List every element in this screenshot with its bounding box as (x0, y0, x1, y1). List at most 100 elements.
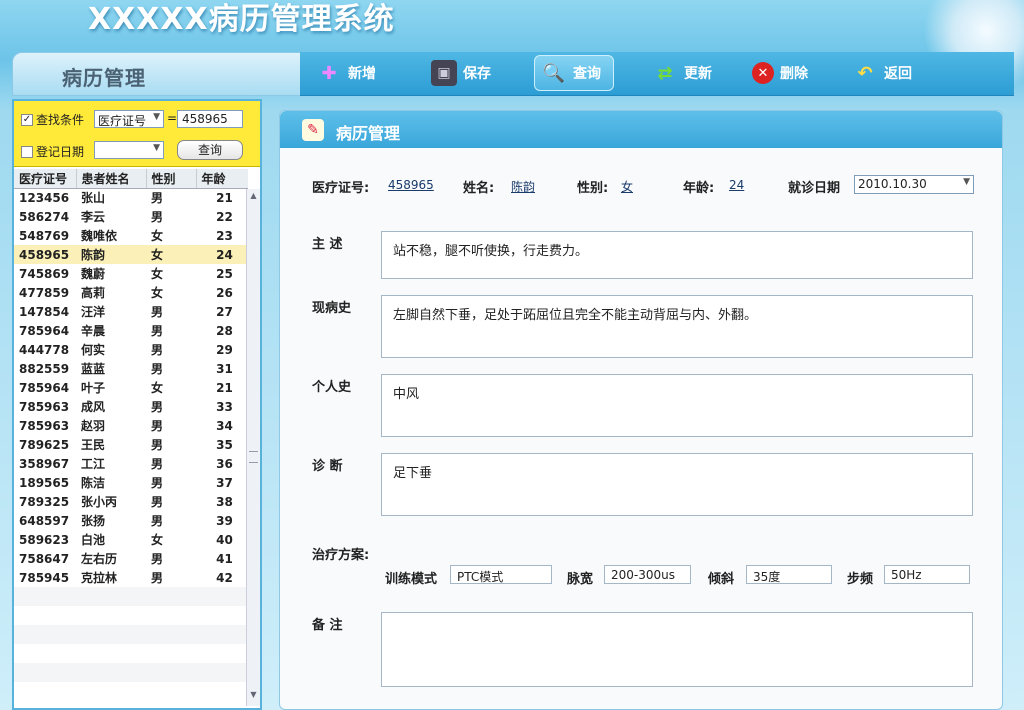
cell-id: 785964 (19, 323, 70, 338)
scrollbar[interactable]: ▲ ▼ (246, 189, 260, 706)
history-textarea[interactable]: 左脚自然下垂，足处于跖屈位且完全不能主动背屈与内、外翻。 (381, 295, 973, 358)
cell-age: 28 (216, 323, 233, 338)
cell-age: 25 (216, 266, 233, 281)
search-query-button[interactable]: 查询 (177, 140, 243, 160)
table-row[interactable]: 785945 克拉林 男 42 (14, 568, 248, 587)
table-row[interactable]: 147854 汪洋 男 27 (14, 302, 248, 321)
cell-gender: 男 (151, 324, 164, 338)
table-row[interactable]: 444778 何实 男 29 (14, 340, 248, 359)
table-row[interactable]: 189565 陈洁 男 37 (14, 473, 248, 492)
cell-age: 41 (216, 551, 233, 566)
table-row[interactable]: 882559 蓝蓝 男 31 (14, 359, 248, 378)
cell-id: 189565 (19, 475, 70, 490)
cell-name: 张小丙 (81, 495, 118, 509)
scroll-up-icon[interactable]: ▲ (248, 191, 259, 205)
cell-id: 789625 (19, 437, 70, 452)
cell-name: 高莉 (81, 286, 106, 300)
name-value: 陈韵 (511, 180, 536, 194)
id-label: 医疗证号: (312, 181, 370, 196)
empty-row (14, 606, 248, 625)
empty-cell (14, 606, 76, 625)
update-button[interactable]: ⇄ 更新 (646, 55, 718, 91)
empty-cell (196, 606, 248, 625)
save-button[interactable]: ▣ 保存 (425, 55, 497, 91)
cell-name: 工江 (81, 457, 106, 471)
table-row[interactable]: 548769 魏唯依 女 23 (14, 226, 248, 245)
cell-id: 586274 (19, 209, 70, 224)
col-header-name[interactable]: 患者姓名 (76, 169, 147, 189)
col-header-gender[interactable]: 性别 (146, 169, 197, 189)
table-row[interactable]: 758647 左右历 男 41 (14, 549, 248, 568)
scroll-down-icon[interactable]: ▼ (248, 690, 259, 704)
gender-label: 性别: (577, 181, 609, 196)
cell-id: 477859 (19, 285, 70, 300)
col-header-age[interactable]: 年龄 (196, 169, 248, 189)
date-checkbox[interactable] (21, 146, 33, 158)
empty-cell (14, 587, 76, 606)
tilt-input[interactable]: 35度 (746, 565, 832, 584)
back-button[interactable]: ↶ 返回 (846, 55, 918, 91)
visit-date-select[interactable]: 2010.10.30 ▼ (854, 175, 974, 194)
age-label: 年龄: (683, 181, 715, 196)
history-label: 现病史 (312, 301, 352, 316)
cell-name: 汪洋 (81, 305, 106, 319)
cell-age: 38 (216, 494, 233, 509)
table-row[interactable]: 785964 叶子 女 21 (14, 378, 248, 397)
table-row[interactable]: 745869 魏蔚 女 25 (14, 264, 248, 283)
table-row[interactable]: 586274 李云 男 22 (14, 207, 248, 226)
col-header-id[interactable]: 医疗证号 (14, 169, 77, 189)
cell-gender: 男 (151, 457, 164, 471)
table-row[interactable]: 789325 张小丙 男 38 (14, 492, 248, 511)
pulse-input[interactable]: 200-300us (604, 565, 691, 584)
table-row[interactable]: 648597 张扬 男 39 (14, 511, 248, 530)
personal-label: 个人史 (312, 380, 352, 395)
empty-row (14, 682, 248, 701)
diagnosis-textarea[interactable]: 足下垂 (381, 453, 973, 516)
cell-name: 叶子 (81, 381, 106, 395)
query-label: 查询 (573, 66, 601, 82)
cell-id: 785945 (19, 570, 70, 585)
cell-name: 成风 (81, 400, 106, 414)
date-select[interactable]: ▼ (94, 141, 164, 159)
complaint-textarea[interactable]: 站不稳，腿不听使换，行走费力。 (381, 231, 973, 279)
cell-age: 35 (216, 437, 233, 452)
table-row[interactable]: 785963 赵羽 男 34 (14, 416, 248, 435)
table-row[interactable]: 785963 成风 男 33 (14, 397, 248, 416)
query-button[interactable]: 🔍 查询 (534, 55, 614, 91)
cell-name: 蓝蓝 (81, 362, 106, 376)
table-row[interactable]: 123456 张山 男 21 (14, 188, 248, 207)
module-header (12, 52, 302, 96)
freq-label: 步频 (847, 572, 874, 587)
cell-age: 21 (216, 190, 233, 205)
mode-input[interactable]: PTC模式 (450, 565, 552, 584)
table-row[interactable]: 458965 陈韵女 24 (14, 245, 248, 264)
empty-cell (196, 625, 248, 644)
table-row[interactable]: 589623 白池 女 40 (14, 530, 248, 549)
pulse-label: 脉宽 (567, 572, 594, 587)
chevron-down-icon: ▼ (153, 112, 160, 122)
cell-age: 37 (216, 475, 233, 490)
condition-field-select[interactable]: 医疗证号 ▼ (94, 110, 164, 128)
scroll-grip[interactable] (249, 451, 258, 463)
empty-row (14, 587, 248, 606)
table-row[interactable]: 358967 工江 男 36 (14, 454, 248, 473)
condition-value-input[interactable]: 458965 (177, 110, 243, 128)
freq-input[interactable]: 50Hz (884, 565, 970, 584)
record-panel-header: ✎ 病历管理 (280, 111, 1002, 148)
condition-checkbox[interactable]: ✓ (21, 114, 33, 126)
cell-age: 24 (196, 245, 248, 264)
cell-id: 785964 (19, 380, 70, 395)
table-row[interactable]: 785964 辛晨 男 28 (14, 321, 248, 340)
cell-id: 358967 (19, 456, 70, 471)
table-row[interactable]: 477859 高莉 女 26 (14, 283, 248, 302)
search-box: ✓ 查找条件 医疗证号 ▼ = 458965 登记日期 ▼ 查询 (14, 101, 260, 167)
cell-name: 魏蔚 (81, 267, 106, 281)
notes-textarea[interactable] (381, 612, 973, 687)
personal-textarea[interactable]: 中风 (381, 374, 973, 437)
cell-gender: 女 (151, 229, 164, 243)
empty-cell (76, 587, 146, 606)
table-row[interactable]: 789625 王民 男 35 (14, 435, 248, 454)
delete-button[interactable]: ✕ 删除 (746, 55, 814, 91)
new-button[interactable]: ✚ 新增 (310, 55, 382, 91)
cell-id: 458965 (14, 245, 76, 264)
